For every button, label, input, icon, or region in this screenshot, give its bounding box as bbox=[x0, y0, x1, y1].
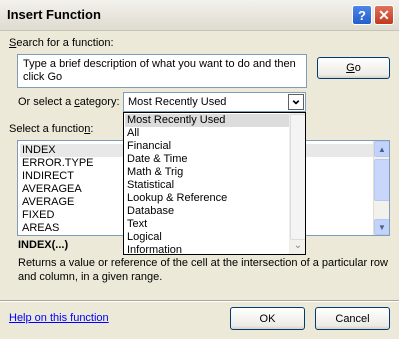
category-dropdown-list[interactable]: Most Recently Used All Financial Date & … bbox=[123, 112, 306, 255]
list-item[interactable]: AREAS bbox=[20, 222, 59, 235]
category-label: Or select a category: bbox=[18, 96, 120, 108]
help-button[interactable]: ? bbox=[352, 5, 372, 25]
function-description: Returns a value or reference of the cell… bbox=[18, 257, 388, 283]
dropdown-item[interactable]: Lookup & Reference bbox=[125, 192, 290, 205]
dropdown-item[interactable]: Date & Time bbox=[125, 153, 290, 166]
function-signature: INDEX(...) bbox=[18, 239, 69, 251]
dropdown-item[interactable]: Information bbox=[125, 244, 290, 254]
title-bar: Insert Function ? ✕ bbox=[0, 0, 399, 31]
footer-divider bbox=[0, 300, 399, 302]
scroll-down-arrow-icon[interactable]: ▼ bbox=[374, 219, 389, 235]
dropdown-item-selected[interactable]: Most Recently Used bbox=[125, 114, 290, 127]
chevron-down-icon[interactable]: ⌄ bbox=[288, 92, 304, 110]
search-input-text: Type a brief description of what you wan… bbox=[23, 58, 296, 83]
dropdown-item[interactable]: Statistical bbox=[125, 179, 290, 192]
list-item[interactable]: INDIRECT bbox=[20, 170, 74, 183]
dropdown-scroll-thumb[interactable] bbox=[290, 114, 305, 240]
search-input[interactable]: Type a brief description of what you wan… bbox=[17, 54, 307, 88]
scroll-up-arrow-icon[interactable]: ▲ bbox=[374, 141, 389, 157]
dropdown-item[interactable]: All bbox=[125, 127, 290, 140]
list-item[interactable]: AVERAGE bbox=[20, 196, 74, 209]
dropdown-item[interactable]: Database bbox=[125, 205, 290, 218]
dropdown-scroll-down-icon[interactable]: ⌄ bbox=[290, 239, 305, 253]
help-icon: ? bbox=[358, 7, 366, 23]
cancel-button[interactable]: Cancel bbox=[315, 307, 390, 330]
close-button[interactable]: ✕ bbox=[374, 5, 394, 25]
category-select[interactable]: Most Recently Used ⌄ bbox=[123, 92, 306, 112]
category-selected-value: Most Recently Used bbox=[128, 96, 227, 108]
ok-button[interactable]: OK bbox=[230, 307, 305, 330]
list-item[interactable]: FIXED bbox=[20, 209, 54, 222]
go-button[interactable]: Go bbox=[317, 57, 390, 79]
search-label: Search for a function: bbox=[9, 37, 114, 49]
window-title: Insert Function bbox=[7, 7, 101, 22]
dropdown-item[interactable]: Logical bbox=[125, 231, 290, 244]
close-icon: ✕ bbox=[378, 6, 390, 23]
function-list-scrollbar[interactable]: ▲ ▼ bbox=[373, 141, 389, 235]
dropdown-scrollbar[interactable]: ⌄ bbox=[289, 113, 305, 254]
dropdown-item[interactable]: Math & Trig bbox=[125, 166, 290, 179]
help-on-function-link[interactable]: Help on this function bbox=[9, 312, 109, 324]
list-item[interactable]: ERROR.TYPE bbox=[20, 157, 94, 170]
dropdown-item[interactable]: Text bbox=[125, 218, 290, 231]
dropdown-item[interactable]: Financial bbox=[125, 140, 290, 153]
scroll-thumb[interactable] bbox=[374, 159, 389, 201]
function-label: Select a function: bbox=[9, 123, 94, 135]
list-item[interactable]: AVERAGEA bbox=[20, 183, 82, 196]
